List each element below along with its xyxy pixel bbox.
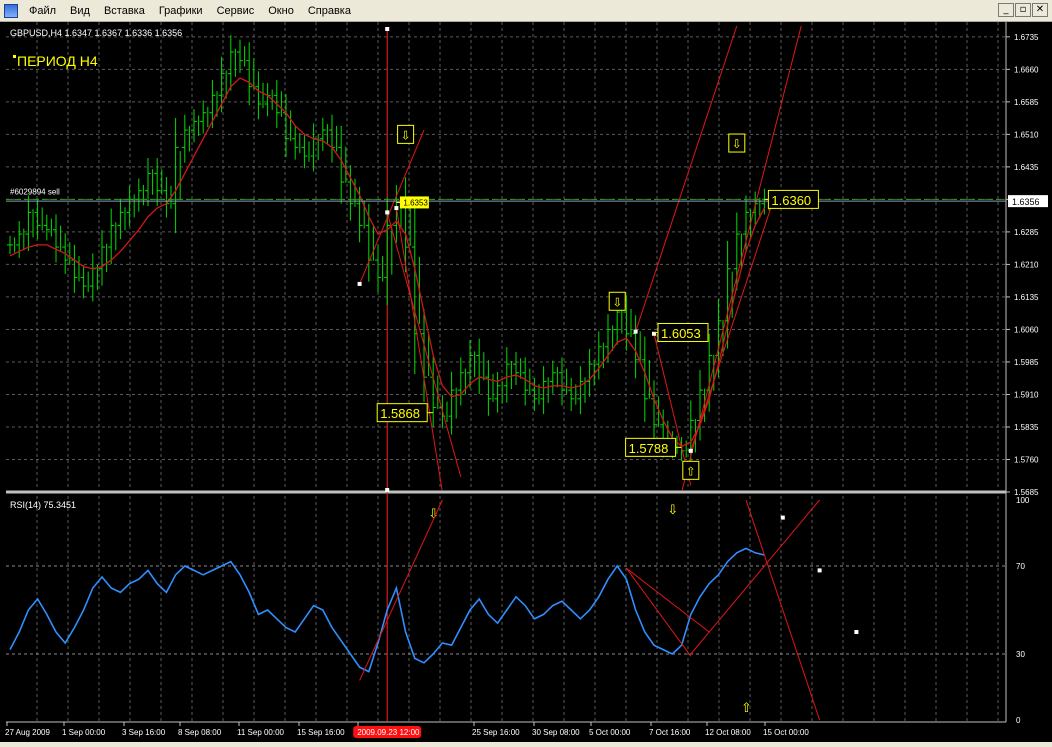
chart-canvas[interactable]: 1.6735 1.6660 1.6585 1.6510 1.6435 1.6360 1.62… bbox=[0, 22, 1052, 742]
price-tick-label: 1.6135 bbox=[1014, 293, 1039, 302]
time-highlight-label: 2009.09.23 12:00 bbox=[357, 728, 420, 737]
price-tick-label: 1.5985 bbox=[1014, 358, 1039, 367]
rsi-arrow-down-icon: ⇩ bbox=[667, 502, 678, 517]
svg-text:1.6053: 1.6053 bbox=[661, 326, 701, 341]
svg-text:1.5868: 1.5868 bbox=[380, 406, 420, 421]
period-marker bbox=[13, 55, 16, 58]
restore-button[interactable]: ▫ bbox=[1015, 3, 1031, 17]
menu-item-help[interactable]: Справка bbox=[301, 0, 358, 22]
rsi-arrow-up-icon: ⇧ bbox=[741, 700, 752, 715]
price-tick-label: 1.6585 bbox=[1014, 98, 1039, 107]
price-annotation[interactable]: 1.5788 bbox=[625, 437, 682, 457]
price-annotation[interactable]: 1.6053 bbox=[654, 322, 709, 342]
price-annotation[interactable]: 1.6360 bbox=[764, 189, 819, 209]
time-tick-label: 1 Sep 00:00 bbox=[62, 728, 106, 737]
close-button[interactable]: ✕ bbox=[1032, 3, 1048, 17]
chart-background bbox=[0, 22, 1052, 742]
window-controls: _ ▫ ✕ bbox=[998, 3, 1048, 17]
chart-area[interactable]: 1.6735 1.6660 1.6585 1.6510 1.6435 1.6360 1.62… bbox=[0, 22, 1052, 747]
menu-item-file[interactable]: Файл bbox=[22, 0, 63, 22]
trendline-handle[interactable] bbox=[817, 568, 822, 573]
svg-text:⇩: ⇩ bbox=[612, 295, 622, 309]
price-tick-label: 1.6210 bbox=[1014, 260, 1039, 269]
svg-text:⇧: ⇧ bbox=[686, 464, 696, 478]
trendline-handle[interactable] bbox=[854, 630, 859, 634]
svg-text:1.5788: 1.5788 bbox=[629, 441, 669, 456]
arrow-down-icon[interactable]: ⇩ bbox=[608, 291, 626, 311]
svg-text:1.6353: 1.6353 bbox=[403, 198, 428, 207]
menu-item-insert[interactable]: Вставка bbox=[97, 0, 152, 22]
rsi-header: RSI(14) 75.3451 bbox=[10, 500, 76, 510]
marker-handle[interactable] bbox=[385, 488, 390, 492]
time-tick-label: 27 Aug 2009 bbox=[5, 728, 50, 737]
minimize-button[interactable]: _ bbox=[998, 3, 1014, 17]
menu-item-window[interactable]: Окно bbox=[261, 0, 301, 22]
time-tick-label: 30 Sep 08:00 bbox=[532, 728, 580, 737]
price-tick-label: 1.5910 bbox=[1014, 390, 1039, 399]
trendline-handle[interactable] bbox=[385, 210, 390, 215]
order-label: #6029894 sell bbox=[10, 187, 60, 196]
app-icon bbox=[4, 3, 18, 18]
menu-item-tools[interactable]: Сервис bbox=[210, 0, 262, 22]
status-strip bbox=[0, 742, 1052, 747]
chart-header: GBPUSD,H4 1.6347 1.6367 1.6336 1.6356 bbox=[10, 28, 182, 38]
trendline-handle[interactable] bbox=[394, 206, 399, 211]
rsi-tick-label: 100 bbox=[1016, 496, 1030, 505]
price-tick-label: 1.6060 bbox=[1014, 325, 1039, 334]
svg-text:⇩: ⇩ bbox=[401, 128, 411, 142]
menu-item-view[interactable]: Вид bbox=[63, 0, 97, 22]
current-price-label: 1.6356 bbox=[1012, 197, 1040, 207]
arrow-down-icon[interactable]: ⇩ bbox=[728, 133, 746, 153]
time-tick-label: 15 Sep 16:00 bbox=[297, 728, 345, 737]
rsi-tick-label: 30 bbox=[1016, 650, 1025, 659]
menu-bar: Файл Вид Вставка Графики Сервис Окно Спр… bbox=[0, 0, 1052, 22]
price-annotation[interactable]: 1.5868 bbox=[376, 403, 434, 423]
time-tick-label: 8 Sep 08:00 bbox=[178, 728, 222, 737]
time-tick-label: 5 Oct 00:00 bbox=[589, 728, 631, 737]
time-tick-label: 12 Oct 08:00 bbox=[705, 728, 751, 737]
price-tick-label: 1.5760 bbox=[1014, 455, 1039, 464]
trendline-handle[interactable] bbox=[357, 281, 362, 286]
arrow-down-icon[interactable]: ⇩ bbox=[397, 124, 415, 144]
time-tick-label: 11 Sep 00:00 bbox=[237, 728, 285, 737]
svg-text:1.6360: 1.6360 bbox=[771, 193, 811, 208]
price-tick-label: 1.6660 bbox=[1014, 65, 1039, 74]
rsi-tick-label: 0 bbox=[1016, 716, 1021, 725]
time-tick-label: 7 Oct 16:00 bbox=[649, 728, 691, 737]
price-tick-label: 1.6735 bbox=[1014, 33, 1039, 42]
svg-text:⇩: ⇩ bbox=[732, 137, 742, 151]
menu-item-charts[interactable]: Графики bbox=[152, 0, 210, 22]
time-tick-label: 25 Sep 16:00 bbox=[472, 728, 520, 737]
price-tick-label: 1.6510 bbox=[1014, 130, 1039, 139]
price-annotation[interactable]: 1.6353 bbox=[396, 196, 429, 209]
price-tick-label: 1.6285 bbox=[1014, 228, 1039, 237]
period-label: ПЕРИОД H4 bbox=[17, 53, 98, 69]
time-tick-label: 15 Oct 00:00 bbox=[763, 728, 809, 737]
marker-handle[interactable] bbox=[385, 27, 390, 31]
rsi-tick-label: 70 bbox=[1016, 562, 1025, 571]
time-tick-label: 3 Sep 16:00 bbox=[122, 728, 166, 737]
arrow-up-icon[interactable]: ⇧ bbox=[682, 460, 700, 480]
price-tick-label: 1.6435 bbox=[1014, 163, 1039, 172]
trendline-handle[interactable] bbox=[780, 515, 785, 520]
trendline-handle[interactable] bbox=[633, 329, 638, 334]
trendline-handle[interactable] bbox=[688, 448, 693, 453]
price-tick-label: 1.5835 bbox=[1014, 423, 1039, 432]
